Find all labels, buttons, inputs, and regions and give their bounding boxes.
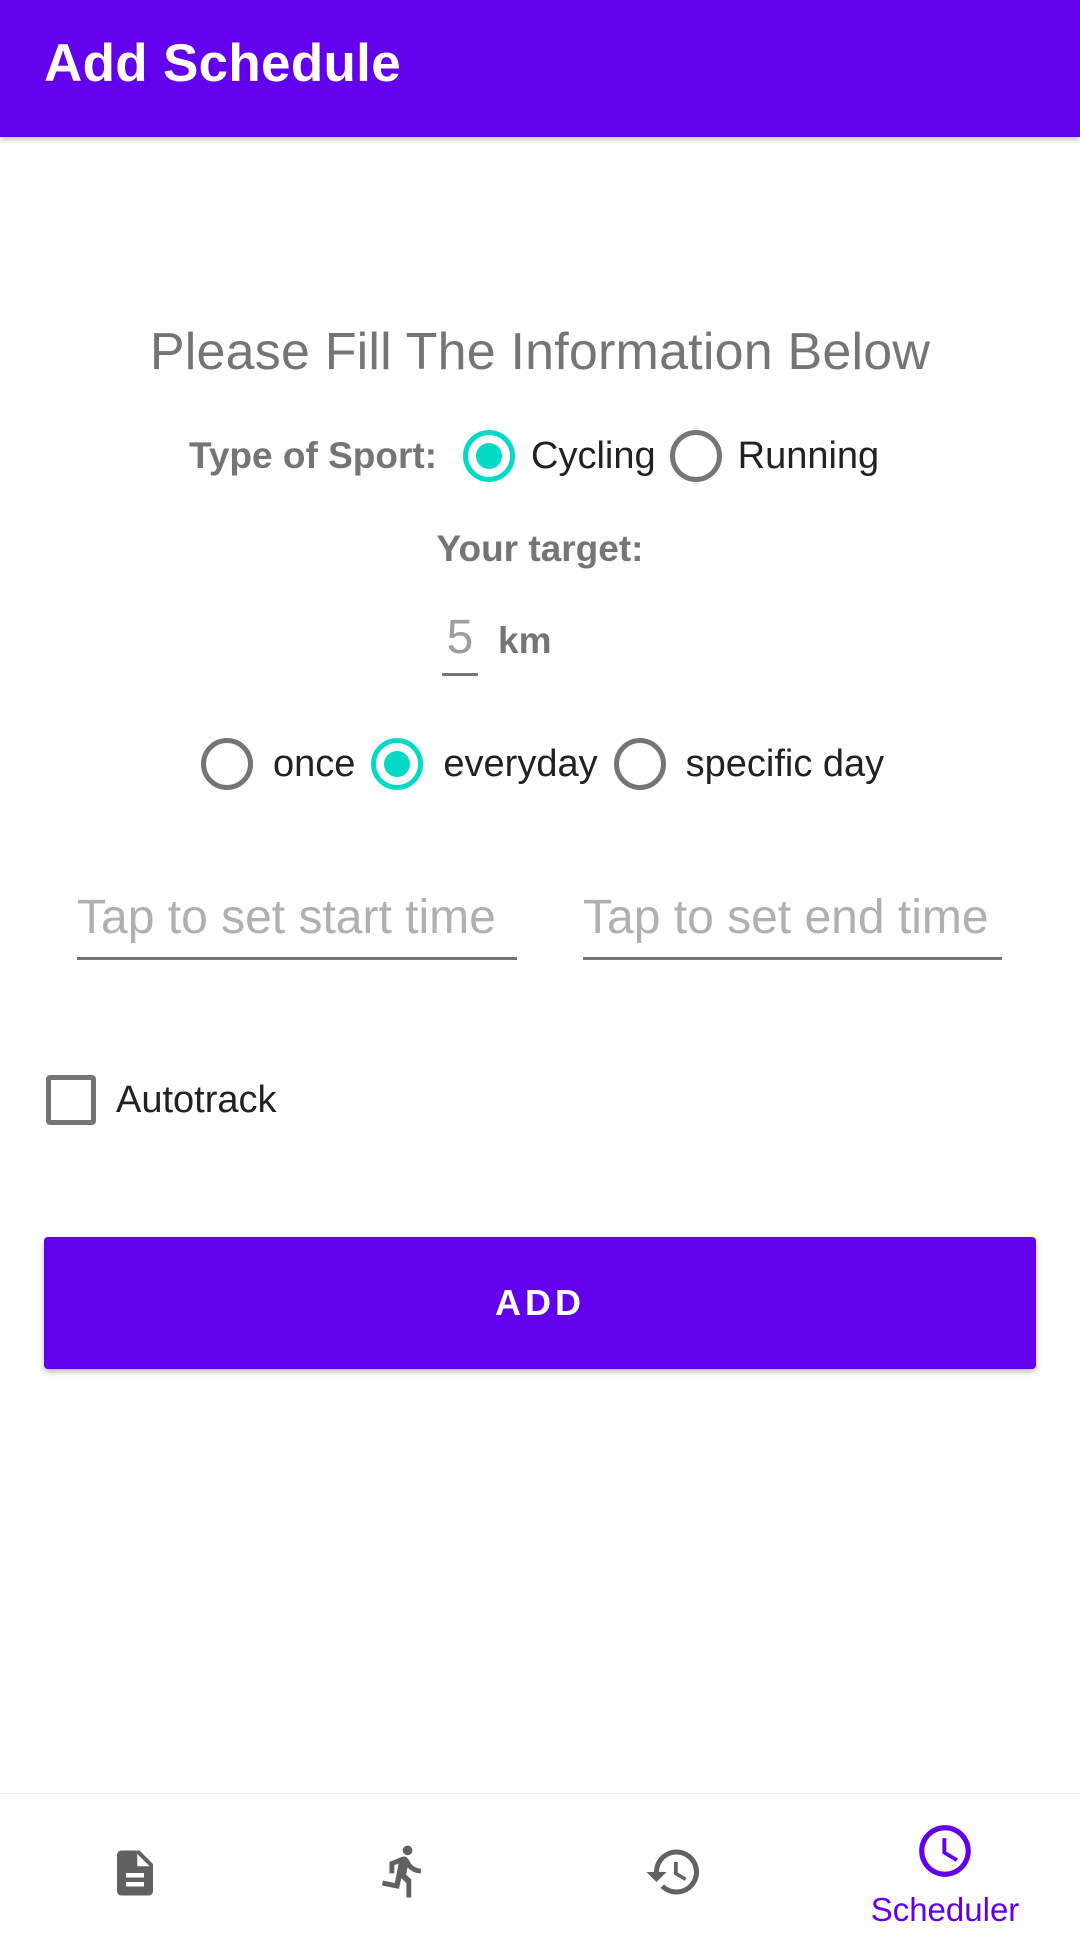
- clock-icon: [919, 1825, 971, 1877]
- running-icon: [381, 1845, 421, 1898]
- nav-item-scheduler[interactable]: Scheduler: [810, 1794, 1080, 1933]
- autotrack-label[interactable]: Autotrack: [116, 1079, 277, 1122]
- autotrack-row[interactable]: Autotrack: [46, 1074, 277, 1126]
- nav-item-history[interactable]: [540, 1794, 810, 1933]
- history-icon: [646, 1849, 699, 1895]
- nav-item-document[interactable]: [0, 1794, 270, 1933]
- page-title: Add Schedule: [44, 34, 401, 93]
- nav-item-run[interactable]: [270, 1794, 540, 1933]
- sport-type-label: Type of Sport:: [189, 435, 438, 476]
- target-label: Your target:: [436, 528, 644, 569]
- target-unit: km: [498, 620, 552, 661]
- running-radio-label[interactable]: Running: [738, 435, 880, 478]
- once-radio-label[interactable]: once: [273, 743, 355, 786]
- bottom-navigation: Scheduler: [0, 1793, 1080, 1933]
- document-icon: [117, 1850, 153, 1896]
- everyday-radio-label[interactable]: everyday: [443, 743, 597, 786]
- end-time-field[interactable]: Tap to set end time: [583, 890, 1002, 960]
- frequency-group: once everyday specific day: [201, 736, 884, 792]
- once-radio[interactable]: [201, 738, 253, 790]
- specific-day-radio[interactable]: [613, 738, 666, 790]
- everyday-radio[interactable]: [371, 738, 424, 790]
- nav-label-scheduler: Scheduler: [870, 1891, 1020, 1928]
- start-time-field[interactable]: Tap to set start time: [77, 890, 517, 960]
- sport-type-group: Type of Sport: Cycling Running: [189, 428, 879, 484]
- specific-day-radio-label[interactable]: specific day: [686, 743, 885, 786]
- autotrack-checkbox[interactable]: [46, 1075, 96, 1125]
- form-heading: Please Fill The Information Below: [149, 323, 931, 381]
- target-input[interactable]: 5: [442, 610, 478, 676]
- add-button[interactable]: ADD: [44, 1237, 1036, 1369]
- running-radio[interactable]: [669, 430, 722, 482]
- app-bar: Add Schedule: [0, 0, 1080, 137]
- cycling-radio[interactable]: [463, 430, 516, 482]
- cycling-radio-label[interactable]: Cycling: [531, 435, 656, 478]
